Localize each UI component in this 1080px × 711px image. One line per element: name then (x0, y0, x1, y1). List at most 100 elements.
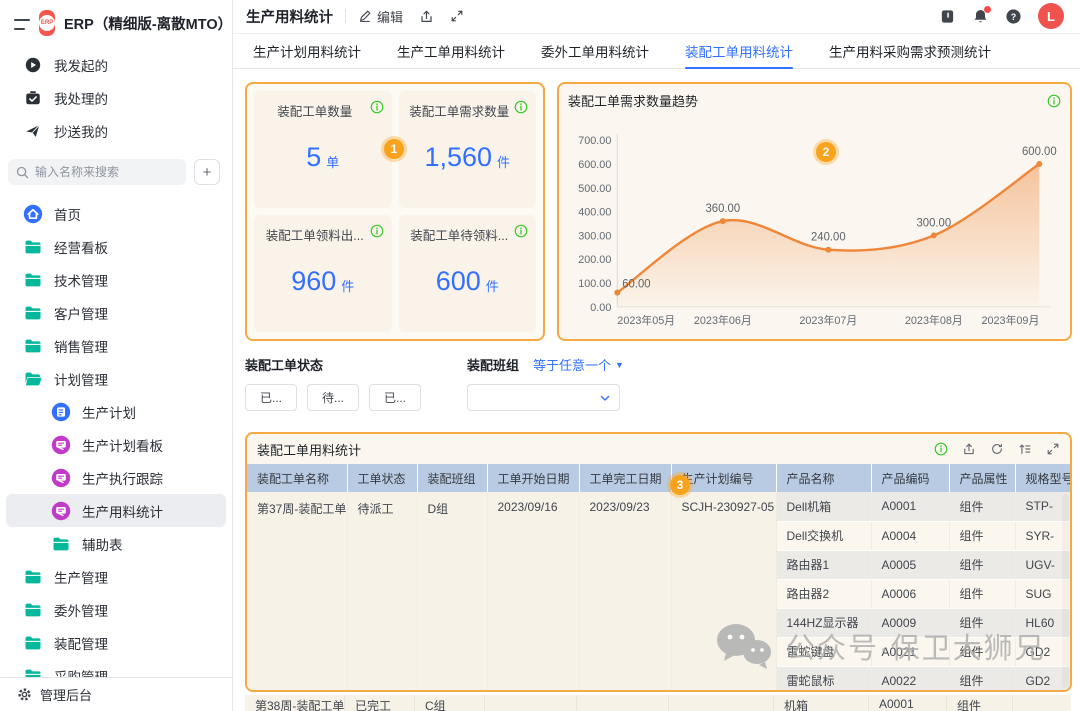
annotation-badge-3: 3 (670, 475, 690, 495)
team-operator-dropdown[interactable]: 等于任意一个▼ (533, 355, 624, 374)
refresh-icon[interactable] (990, 442, 1004, 456)
cell-product-code: A0022 (871, 666, 949, 692)
tab-生产工单用料统计[interactable]: 生产工单用料统计 (397, 34, 505, 68)
column-header-规格型号[interactable]: 规格型号 (1015, 464, 1072, 492)
partial-cell (577, 695, 669, 711)
partial-cell: A0001 (869, 695, 947, 711)
partial-cell: 组件 (947, 695, 1013, 711)
search-icon (16, 166, 29, 179)
quick-item-1[interactable]: 我发起的 (6, 48, 226, 81)
tab-生产用料采购需求预测统计[interactable]: 生产用料采购需求预测统计 (829, 34, 991, 68)
pencil-icon (358, 9, 372, 23)
sidebar-item-销售管理[interactable]: 销售管理 (6, 329, 226, 362)
info-icon[interactable] (1047, 94, 1061, 108)
stat-card-4: 装配工单待领料... 600件 (399, 215, 537, 332)
status-option-2[interactable]: 待... (307, 384, 359, 411)
sidebar-item-委外管理[interactable]: 委外管理 (6, 593, 226, 626)
sidebar-item-计划管理[interactable]: 计划管理 (6, 362, 226, 395)
quick-item-2[interactable]: 我处理的 (6, 81, 226, 114)
info-icon[interactable] (514, 224, 528, 238)
info-icon[interactable] (370, 100, 384, 114)
board-icon (51, 435, 71, 455)
trend-chart-card: 装配工单需求数量趋势 0.00100.00200.00300.00400.005… (557, 82, 1072, 341)
help-icon[interactable]: ? (1005, 8, 1022, 25)
folder-icon (23, 633, 43, 653)
admin-backend-button[interactable]: 管理后台 (0, 677, 232, 711)
sidebar-item-辅助表[interactable]: 辅助表 (6, 527, 226, 560)
handbook-icon[interactable] (939, 8, 956, 25)
svg-text:600.00: 600.00 (1022, 146, 1057, 158)
info-icon[interactable] (514, 100, 528, 114)
team-filter-label: 装配班组 (467, 355, 519, 374)
sidebar-item-首页[interactable]: 首页 (6, 197, 226, 230)
table-row[interactable]: 第37周-装配工单 待派工 D组 2023/09/16 2023/09/23 S… (247, 492, 1072, 521)
line-chart: 0.00100.00200.00300.00400.00500.00600.00… (568, 110, 1061, 337)
svg-text:2023年07月: 2023年07月 (799, 313, 857, 327)
team-select[interactable] (467, 384, 620, 411)
status-option-3[interactable]: 已... (369, 384, 421, 411)
svg-text:2023年09月: 2023年09月 (981, 313, 1039, 327)
cell-plan-no: SCJH-230927-05 (671, 492, 776, 692)
column-header-工单完工日期[interactable]: 工单完工日期 (579, 464, 671, 492)
edit-button[interactable]: 编辑 (358, 7, 403, 26)
stat-value: 600 (436, 266, 481, 297)
quick-item-3[interactable]: 抄送我的 (6, 114, 226, 147)
partial-cell (669, 695, 774, 711)
sidebar-item-客户管理[interactable]: 客户管理 (6, 296, 226, 329)
column-header-工单开始日期[interactable]: 工单开始日期 (487, 464, 579, 492)
notifications-bell-icon[interactable] (972, 8, 989, 25)
sidebar-header: ERP ERP（精细版-离散MTO） (0, 0, 232, 44)
folder-icon (23, 336, 43, 356)
tab-装配工单用料统计[interactable]: 装配工单用料统计 (685, 34, 793, 68)
svg-text:240.00: 240.00 (811, 232, 846, 244)
home-icon (23, 204, 43, 224)
column-header-产品名称[interactable]: 产品名称 (776, 464, 871, 492)
user-avatar[interactable]: L (1038, 3, 1064, 29)
stat-value: 5 (306, 142, 321, 173)
column-header-工单状态[interactable]: 工单状态 (347, 464, 417, 492)
sidebar-item-生产用料统计[interactable]: 生产用料统计 (6, 494, 226, 527)
table-scrollbar[interactable] (1062, 494, 1069, 688)
cell-product-attr: 组件 (949, 550, 1015, 579)
fullscreen-icon[interactable] (450, 9, 464, 23)
add-button[interactable]: + (194, 159, 220, 185)
header-right-icons: ? L (939, 3, 1064, 29)
column-header-产品编码[interactable]: 产品编码 (871, 464, 949, 492)
cell-product-attr: 组件 (949, 608, 1015, 637)
tab-生产计划用料统计[interactable]: 生产计划用料统计 (253, 34, 361, 68)
tab-委外工单用料统计[interactable]: 委外工单用料统计 (541, 34, 649, 68)
sidebar-item-技术管理[interactable]: 技术管理 (6, 263, 226, 296)
info-icon[interactable] (934, 442, 948, 456)
cell-product-name: 144HZ显示器 (776, 608, 871, 637)
export-icon[interactable] (962, 442, 976, 456)
status-option-1[interactable]: 已... (245, 384, 297, 411)
stat-unit: 件 (497, 152, 510, 171)
collapse-sidebar-icon[interactable] (14, 16, 30, 30)
sidebar-item-生产计划看板[interactable]: 生产计划看板 (6, 428, 226, 461)
sidebar-item-生产计划[interactable]: 生产计划 (6, 395, 226, 428)
sidebar-item-生产执行跟踪[interactable]: 生产执行跟踪 (6, 461, 226, 494)
search-box[interactable] (8, 159, 186, 185)
stat-value: 960 (291, 266, 336, 297)
expand-icon[interactable] (1046, 442, 1060, 456)
svg-text:700.00: 700.00 (578, 135, 611, 147)
page-title: 生产用料统计 (246, 6, 333, 27)
search-input[interactable] (35, 165, 178, 179)
column-header-装配工单名称[interactable]: 装配工单名称 (247, 464, 347, 492)
svg-text:100.00: 100.00 (578, 278, 611, 290)
sidebar: ERP ERP（精细版-离散MTO） 我发起的我处理的抄送我的 + 首页经营看板… (0, 0, 233, 711)
share-icon[interactable] (419, 9, 434, 24)
sort-icon[interactable] (1018, 442, 1032, 456)
cell-start-date: 2023/09/16 (487, 492, 579, 692)
stat-card-1: 装配工单数量 5单 (254, 91, 392, 208)
column-header-装配班组[interactable]: 装配班组 (417, 464, 487, 492)
sidebar-item-装配管理[interactable]: 装配管理 (6, 626, 226, 659)
sidebar-item-经营看板[interactable]: 经营看板 (6, 230, 226, 263)
chart-svg: 0.00100.00200.00300.00400.00500.00600.00… (568, 110, 1061, 337)
document-icon (51, 402, 71, 422)
app-logo-icon[interactable]: ERP (39, 10, 55, 36)
column-header-产品属性[interactable]: 产品属性 (949, 464, 1015, 492)
sidebar-item-生产管理[interactable]: 生产管理 (6, 560, 226, 593)
info-icon[interactable] (370, 224, 384, 238)
sidebar-item-采购管理[interactable]: 采购管理 (6, 659, 226, 677)
